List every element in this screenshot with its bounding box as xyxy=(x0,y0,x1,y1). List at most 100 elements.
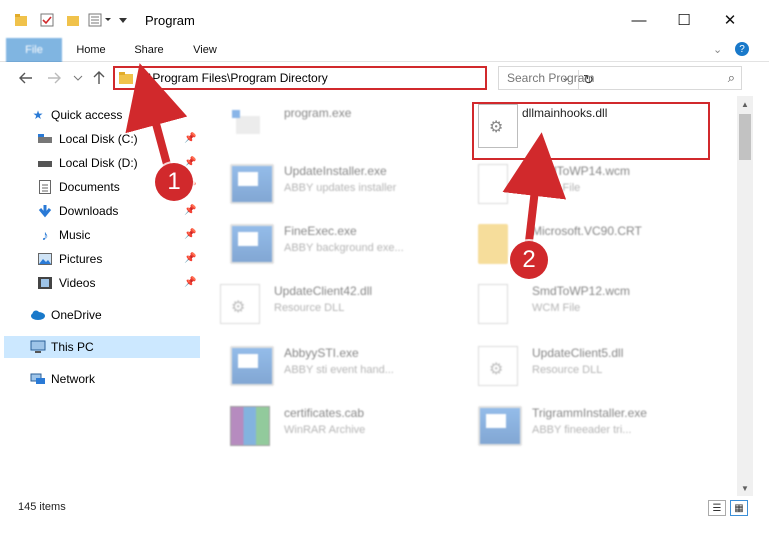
gear-file-icon xyxy=(478,346,518,386)
minimize-button[interactable]: — xyxy=(616,6,662,34)
navigation-pane: ★ Quick access Local Disk (C:) 📌 Local D… xyxy=(0,100,200,490)
sidebar-item-network[interactable]: Network xyxy=(0,368,200,390)
close-button[interactable]: ✕ xyxy=(707,6,753,34)
tab-view[interactable]: View xyxy=(182,38,228,62)
pictures-icon xyxy=(37,251,53,267)
download-icon xyxy=(37,203,53,219)
forward-button[interactable] xyxy=(44,68,64,88)
videos-icon xyxy=(37,275,53,291)
file-type: WCM File xyxy=(532,182,581,194)
sidebar-item-label: Local Disk (C:) xyxy=(59,132,138,146)
file-name: FineExec.exe xyxy=(284,224,357,238)
sidebar-item-label: OneDrive xyxy=(51,308,102,322)
scroll-up-icon[interactable]: ▲ xyxy=(737,96,753,112)
scroll-thumb[interactable] xyxy=(739,114,751,160)
sidebar-item-label: Documents xyxy=(59,180,120,194)
folder-icon xyxy=(478,224,508,264)
pin-icon[interactable]: 📌 xyxy=(184,253,196,264)
maximize-button[interactable]: ☐ xyxy=(661,6,707,34)
title-bar: Program — ☐ ✕ xyxy=(0,0,769,38)
app-icon xyxy=(478,406,522,446)
file-item[interactable]: AbbyySTI.exe ABBY sti event hand... xyxy=(230,340,460,390)
doc-icon xyxy=(478,284,508,324)
sidebar-item-downloads[interactable]: Downloads 📌 xyxy=(0,200,200,222)
file-item[interactable]: program.exe xyxy=(230,100,460,150)
search-icon[interactable]: ⌕ xyxy=(728,70,735,86)
search-input[interactable]: Search Program xyxy=(507,71,594,85)
file-type: Resource DLL xyxy=(274,302,345,314)
item-count: 145 items xyxy=(18,501,66,513)
step-marker-1: 1 xyxy=(155,163,193,201)
drive-icon xyxy=(37,155,53,171)
cloud-icon xyxy=(30,307,46,323)
file-name: UpdateClient5.dll xyxy=(532,346,624,360)
recent-locations-icon[interactable] xyxy=(68,68,88,88)
file-item[interactable]: UpdateInstaller.exe ABBY updates install… xyxy=(230,158,460,208)
window-title: Program xyxy=(145,13,195,28)
address-bar[interactable]: C:\Program Files\Program Directory ⌄ ↻ xyxy=(113,66,594,90)
status-bar: 145 items ☰ ▦ xyxy=(0,496,769,518)
file-type: ABBY fineeader tri... xyxy=(532,424,632,436)
file-item[interactable]: UpdateClient42.dll Resource DLL xyxy=(220,278,450,328)
tab-share[interactable]: Share xyxy=(126,38,172,62)
file-name: UpdateClient42.dll xyxy=(274,284,373,298)
network-icon xyxy=(30,371,46,387)
sidebar-item-music[interactable]: ♪ Music 📌 xyxy=(0,224,200,246)
up-button[interactable] xyxy=(89,68,109,88)
file-item[interactable]: certificates.cab WinRAR Archive xyxy=(230,400,460,450)
file-name: SmdToWP12.wcm xyxy=(532,284,631,298)
file-item[interactable]: UpdateClient5.dll Resource DLL xyxy=(478,340,708,390)
tab-home[interactable]: Home xyxy=(68,38,114,62)
sidebar-item-this-pc[interactable]: This PC xyxy=(4,336,200,358)
sidebar-item-label: Pictures xyxy=(59,252,103,266)
pin-icon[interactable]: 📌 xyxy=(184,277,196,288)
large-icons-view-icon[interactable]: ▦ xyxy=(730,500,748,516)
folder-icon[interactable] xyxy=(14,10,28,30)
back-button[interactable] xyxy=(16,68,36,88)
help-icon[interactable]: ? xyxy=(735,42,749,56)
pin-icon[interactable]: 📌 xyxy=(184,229,196,240)
folder-icon xyxy=(119,72,133,87)
gear-file-icon xyxy=(220,284,260,324)
sidebar-item-quick-access[interactable]: ★ Quick access xyxy=(0,104,200,126)
step-marker-2: 2 xyxy=(510,241,548,279)
file-type: WinRAR Archive xyxy=(284,424,366,436)
details-view-icon[interactable]: ☰ xyxy=(708,500,726,516)
address-path: C:\Program Files\Program Directory xyxy=(137,71,328,85)
app-icon xyxy=(230,346,274,386)
chevron-down-icon[interactable] xyxy=(118,10,128,30)
expand-ribbon-icon[interactable]: ⌄ xyxy=(713,43,722,56)
pin-icon[interactable]: 📌 xyxy=(184,205,196,216)
file-name: Microsoft.VC90.CRT xyxy=(532,224,642,238)
vertical-scrollbar[interactable]: ▲ ▼ xyxy=(737,96,753,496)
ribbon-tabs: File Home Share View ⌄ ? xyxy=(0,38,769,88)
file-item[interactable]: TrigrammInstaller.exe ABBY fineeader tri… xyxy=(478,400,708,450)
file-name: certificates.cab xyxy=(284,406,365,420)
search-box[interactable]: Search Program ⌕ xyxy=(498,66,742,90)
new-folder-icon[interactable] xyxy=(66,10,80,30)
scroll-down-icon[interactable]: ▼ xyxy=(737,480,753,496)
star-icon: ★ xyxy=(32,108,44,122)
app-icon xyxy=(230,164,274,204)
file-type: ABBY background exe... xyxy=(284,242,404,254)
file-item[interactable]: SmdToWP12.wcm WCM File xyxy=(478,278,708,328)
sidebar-item-local-disk-c[interactable]: Local Disk (C:) 📌 xyxy=(0,128,200,150)
file-type: ABBY updates installer xyxy=(284,182,397,194)
sidebar-item-label: Videos xyxy=(59,276,96,290)
sidebar-item-label: This PC xyxy=(51,340,94,354)
file-type: ABBY sti event hand... xyxy=(284,364,394,376)
target-highlight-box xyxy=(472,102,710,160)
pin-icon[interactable]: 📌 xyxy=(184,133,196,144)
file-name: program.exe xyxy=(284,106,352,120)
file-name: TrigrammInstaller.exe xyxy=(532,406,647,420)
properties-icon[interactable] xyxy=(40,10,54,30)
file-item[interactable]: SmdToWP14.wcm WCM File xyxy=(478,158,708,208)
sidebar-item-pictures[interactable]: Pictures 📌 xyxy=(0,248,200,270)
file-item[interactable]: FineExec.exe ABBY background exe... xyxy=(230,218,460,268)
sidebar-item-videos[interactable]: Videos 📌 xyxy=(0,272,200,294)
customize-toolbar-icon[interactable] xyxy=(88,10,114,30)
sidebar-item-label: Music xyxy=(59,228,91,242)
sidebar-item-onedrive[interactable]: OneDrive xyxy=(0,304,200,326)
sidebar-item-label: Local Disk (D:) xyxy=(59,156,138,170)
computer-icon xyxy=(30,339,46,355)
